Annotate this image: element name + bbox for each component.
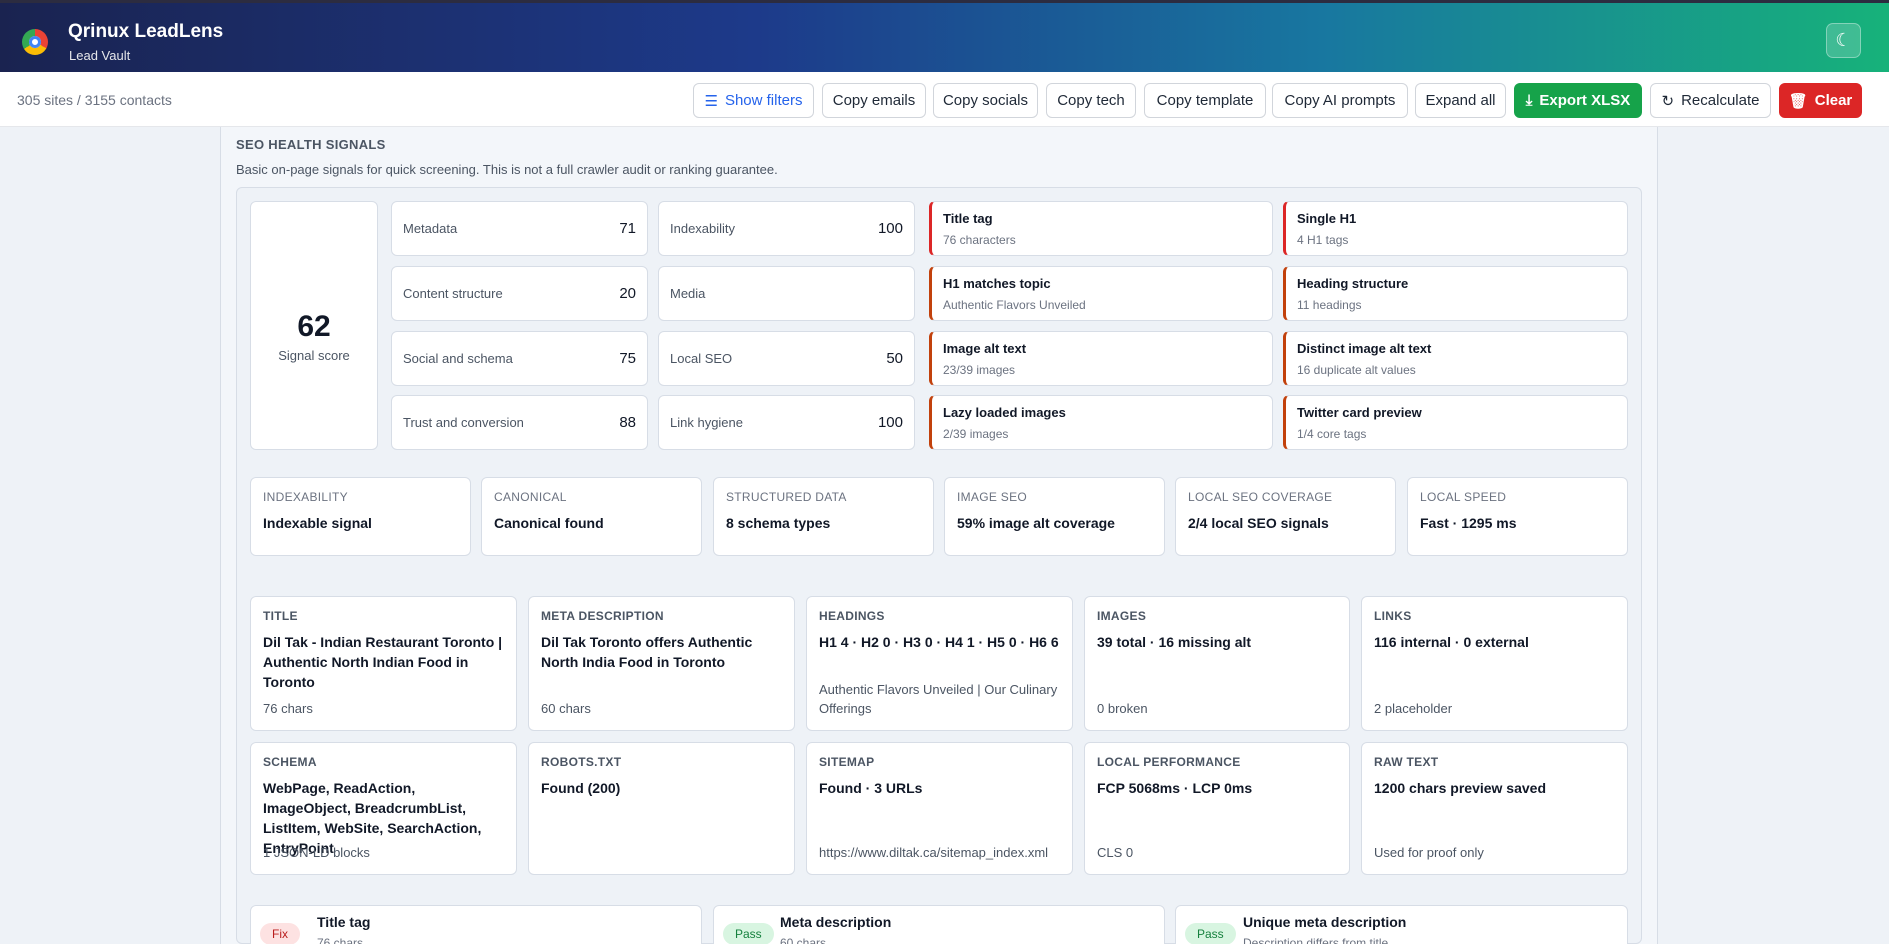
metric-trust-conversion: Trust and conversion 88 [391,395,648,450]
app-subtitle: Lead Vault [69,48,131,63]
refresh-icon: ↻ [1661,92,1675,110]
copy-emails-button[interactable]: Copy emails [822,83,926,118]
copy-ai-prompts-button[interactable]: Copy AI prompts [1272,83,1408,118]
moon-icon: ☾ [1835,30,1852,50]
expand-all-button[interactable]: Expand all [1415,83,1506,118]
copy-template-button[interactable]: Copy template [1144,83,1266,118]
kpi-indexability: INDEXABILITY Indexable signal [250,477,471,556]
signal-heading-structure: Heading structure 11 headings [1283,266,1628,321]
app-title: Qrinux LeadLens [68,21,224,42]
detail-meta-description: META DESCRIPTION Dil Tak Toronto offers A… [528,596,795,731]
metric-content-structure: Content structure 20 [391,266,648,321]
detail-schema: SCHEMA WebPage, ReadAction, ImageObject, … [250,742,517,875]
copy-tech-button[interactable]: Copy tech [1046,83,1136,118]
show-filters-button[interactable]: ☰ Show filters [693,83,814,118]
app-logo-icon [22,29,48,55]
theme-toggle-button[interactable]: ☾ [1826,23,1861,58]
kpi-image-seo: IMAGE SEO 59% image alt coverage [944,477,1165,556]
detail-images: IMAGES 39 total · 16 missing alt 0 broken [1084,596,1350,731]
clear-button[interactable]: 🗑 Clear [1779,83,1862,118]
status-badge: Fix [260,923,300,944]
kpi-structured-data: STRUCTURED DATA 8 schema types [713,477,934,556]
signal-single-h1: Single H1 4 H1 tags [1283,201,1628,256]
metric-media: Media [658,266,915,321]
metric-social-schema: Social and schema 75 [391,331,648,386]
site-contact-count: 305 sites / 3155 contacts [17,92,172,108]
status-badge: Pass [723,923,774,944]
detail-sitemap: SITEMAP Found · 3 URLs https://www.diltak.… [806,742,1073,875]
app-header: Qrinux LeadLens Lead Vault ☾ [0,0,1889,72]
toolbar: 305 sites / 3155 contacts ☰ Show filters… [0,72,1889,127]
signal-image-alt: Image alt text 23/39 images [929,331,1273,386]
detail-local-performance: LOCAL PERFORMANCE FCP 5068ms · LCP 0ms CLS… [1084,742,1350,875]
export-xlsx-button[interactable]: ⤓ Export XLSX [1514,83,1642,118]
section-title: SEO HEALTH SIGNALS [236,137,386,152]
kpi-canonical: CANONICAL Canonical found [481,477,702,556]
detail-title: TITLE Dil Tak - Indian Restaurant Toronto… [250,596,517,731]
detail-raw-text: RAW TEXT 1200 chars preview saved Used for… [1361,742,1628,875]
metric-link-hygiene: Link hygiene 100 [658,395,915,450]
metric-metadata: Metadata 71 [391,201,648,256]
metric-local-seo: Local SEO 50 [658,331,915,386]
status-badge: Pass [1185,923,1236,944]
detail-robots-txt: ROBOTS.TXT Found (200) [528,742,795,875]
filter-icon: ☰ [704,92,718,110]
check-unique-meta-description: Pass Unique meta description Description… [1175,905,1628,944]
section-description: Basic on-page signals for quick screenin… [236,162,778,177]
kpi-local-seo-coverage: LOCAL SEO COVERAGE 2/4 local SEO signals [1175,477,1396,556]
recalculate-button[interactable]: ↻ Recalculate [1650,83,1771,118]
signal-score-label: Signal score [278,348,350,363]
signal-title-tag: Title tag 76 characters [929,201,1273,256]
signal-score-card: 62 Signal score [250,201,378,450]
signal-lazy-images: Lazy loaded images 2/39 images [929,395,1273,450]
copy-socials-button[interactable]: Copy socials [933,83,1038,118]
signal-h1-topic: H1 matches topic Authentic Flavors Unveil… [929,266,1273,321]
check-meta-description: Pass Meta description 60 chars [713,905,1165,944]
metric-indexability: Indexability 100 [658,201,915,256]
kpi-local-speed: LOCAL SPEED Fast · 1295 ms [1407,477,1628,556]
detail-headings: HEADINGS H1 4 · H2 0 · H3 0 · H4 1 · H5 0… [806,596,1073,731]
signal-twitter-card: Twitter card preview 1/4 core tags [1283,395,1628,450]
download-icon: ⤓ [1525,92,1533,109]
signal-score-value: 62 [297,310,331,343]
signal-distinct-alt: Distinct image alt text 16 duplicate alt … [1283,331,1628,386]
check-title-tag: Fix Title tag 76 chars [250,905,702,944]
detail-links: LINKS 116 internal · 0 external 2 placehol… [1361,596,1628,731]
trash-icon: 🗑 [1788,92,1808,110]
